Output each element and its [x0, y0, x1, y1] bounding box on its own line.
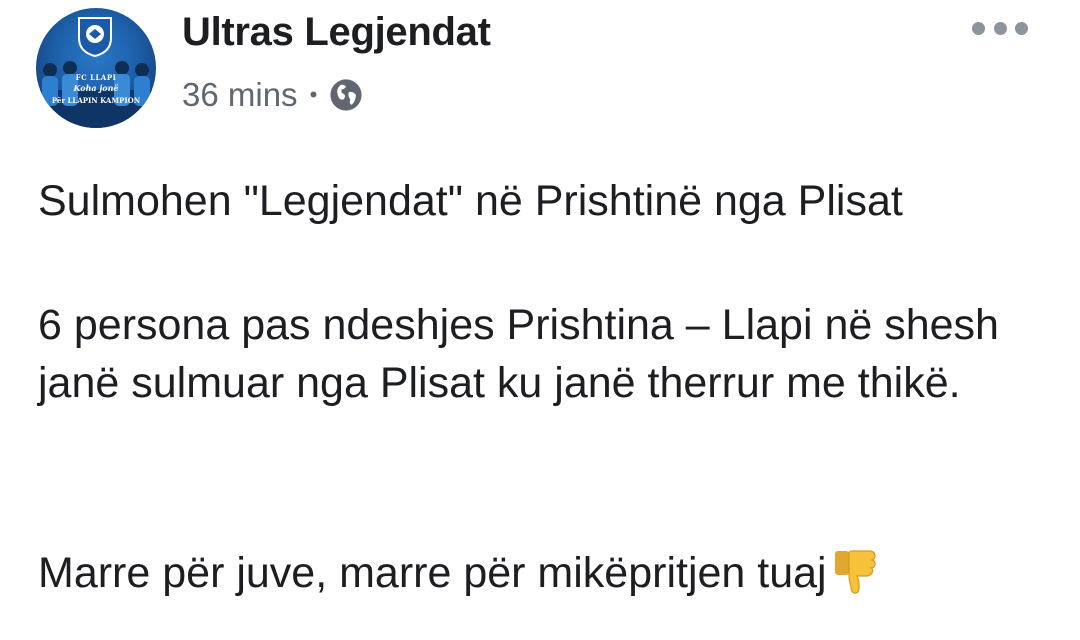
thumbs-down-emoji [834, 550, 876, 594]
avatar-motto-line2: Për LLAPIN KAMPION [51, 96, 141, 105]
post-paragraph: 6 persona pas ndeshjes Prishtina – Llapi… [38, 301, 999, 407]
avatar-club-name: FC LLAPI [75, 73, 117, 82]
post-timestamp[interactable]: 36 mins [182, 76, 298, 114]
team-photo [36, 61, 156, 128]
author-name-link[interactable]: Ultras Legjendat [182, 10, 491, 55]
post-meta: 36 mins • [182, 76, 363, 114]
page-avatar[interactable]: FC LLAPI Koha jonë Për LLAPIN KAMPION [36, 8, 156, 128]
post-paragraph-text: Marre për juve, marre për mikëpritjen tu… [38, 549, 827, 597]
more-options-icon [972, 21, 985, 35]
more-options-button[interactable] [972, 16, 1028, 40]
post-paragraph-last: Marre për juve, marre për mikëpritjen tu… [38, 544, 879, 602]
avatar-motto-line1: Koha jonë [73, 83, 119, 93]
meta-separator: • [309, 82, 318, 107]
post-paragraph: Sulmohen "Legjendat" në Prishtinë nga Pl… [38, 177, 903, 225]
club-crest-icon [78, 17, 112, 58]
globe-icon[interactable] [329, 78, 363, 112]
